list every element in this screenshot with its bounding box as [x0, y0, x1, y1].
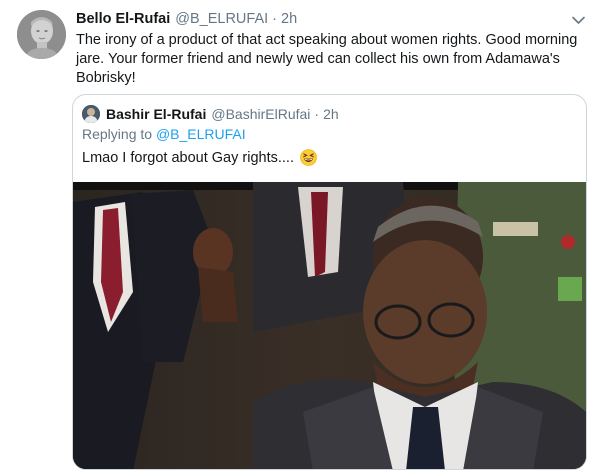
- photo-image: [73, 182, 586, 469]
- statue-avatar-image: [17, 10, 66, 59]
- author-name[interactable]: Bello El-Rufai: [76, 11, 170, 27]
- tweet[interactable]: Bello El-Rufai @B_ELRUFAI · 2h The irony…: [0, 0, 604, 473]
- separator-dot: ·: [314, 106, 320, 122]
- tweet-text: The irony of a product of that act speak…: [76, 32, 578, 86]
- author-avatar[interactable]: [17, 10, 66, 59]
- quoted-tweet[interactable]: Bashir El-Rufai @BashirElRufai · 2h Repl…: [72, 94, 587, 470]
- attached-photo[interactable]: [73, 182, 586, 469]
- chevron-down-icon: [571, 16, 585, 24]
- author-handle[interactable]: @B_ELRUFAI: [175, 11, 268, 27]
- replying-to-label: Replying to: [82, 126, 153, 142]
- tweet-timestamp[interactable]: 2h: [281, 11, 297, 27]
- quoted-tweet-text-line: Lmao I forgot about Gay rights....: [82, 149, 317, 166]
- quoted-author-name[interactable]: Bashir El-Rufai: [106, 106, 206, 122]
- more-options-button[interactable]: [569, 12, 587, 28]
- quoted-author-handle[interactable]: @BashirElRufai: [211, 106, 310, 122]
- quoted-tweet-timestamp[interactable]: 2h: [323, 106, 339, 122]
- separator-dot: ·: [272, 11, 277, 27]
- tweet-header: Bello El-Rufai @B_ELRUFAI · 2h: [76, 11, 297, 31]
- quoted-tweet-text: Lmao I forgot about Gay rights....: [82, 149, 294, 166]
- grinning-squinting-face-emoji: [300, 149, 317, 166]
- quoted-author-avatar[interactable]: [82, 105, 100, 123]
- quoted-avatar-image: [82, 105, 100, 123]
- replying-to-mention[interactable]: @B_ELRUFAI: [156, 126, 246, 142]
- replying-to-line: Replying to @B_ELRUFAI: [82, 126, 246, 142]
- quoted-tweet-header: Bashir El-Rufai @BashirElRufai · 2h: [82, 104, 339, 124]
